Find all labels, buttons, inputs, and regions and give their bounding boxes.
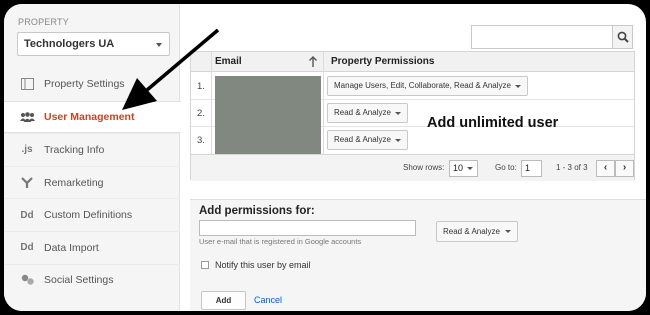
add-button[interactable]: Add (201, 291, 246, 310)
sidebar-item-label: Social Settings (44, 274, 114, 287)
property-selected: Technologers UA (24, 38, 115, 50)
cancel-link[interactable]: Cancel (254, 295, 282, 305)
js-icon: .js (21, 144, 33, 156)
add-permissions-title: Add permissions for: (199, 205, 315, 217)
permission-dropdown[interactable]: Read & Analyze (327, 130, 408, 150)
email-hint: User e-mail that is registered in Google… (199, 237, 362, 246)
chevron-down-icon (467, 167, 473, 170)
notify-option[interactable]: Notify this user by email (201, 260, 311, 270)
permission-dropdown[interactable]: Manage Users, Edit, Collaborate, Read & … (327, 76, 528, 96)
sidebar-item-social-settings[interactable]: Social Settings (4, 263, 180, 297)
sidebar-item-custom-definitions[interactable]: Dd Custom Definitions (4, 198, 180, 231)
email-field[interactable] (199, 220, 416, 236)
row-number: 3. (197, 135, 205, 146)
permission-value: Read & Analyze (334, 108, 391, 117)
permissions-column-header: Property Permissions (331, 56, 435, 67)
notify-label: Notify this user by email (215, 260, 311, 270)
add-permissions-panel: Add permissions for: User e-mail that is… (190, 199, 646, 311)
permission-value: Manage Users, Edit, Collaborate, Read & … (334, 81, 511, 90)
show-rows-label: Show rows: (403, 163, 445, 172)
table-pager: Show rows: 10 Go to: 1 1 - 3 of 3 ‹ › (191, 154, 634, 181)
show-rows-value: 10 (453, 163, 464, 173)
property-selector[interactable]: Technologers UA (17, 32, 170, 56)
next-page-button[interactable]: › (615, 160, 634, 177)
sidebar-item-user-management[interactable]: User Management (4, 100, 181, 134)
chevron-down-icon (504, 230, 511, 233)
social-icon (19, 273, 35, 287)
sidebar-item-label: Data Import (44, 241, 99, 254)
property-settings-icon (19, 77, 35, 91)
page-range: 1 - 3 of 3 (556, 163, 588, 172)
sort-up-icon[interactable] (308, 56, 318, 68)
sidebar-item-label: User Management (44, 110, 135, 123)
sidebar-item-data-import[interactable]: Dd Data Import (4, 230, 180, 264)
redacted-emails (215, 76, 321, 154)
email-column-header[interactable]: Email (215, 52, 242, 72)
sidebar-item-label: Custom Definitions (44, 209, 133, 222)
sidebar-nav: Property Settings User Management .js Tr… (4, 68, 181, 297)
sidebar-item-label: Tracking Info (44, 143, 105, 156)
chevron-down-icon (394, 112, 401, 115)
sidebar-item-property-settings[interactable]: Property Settings (4, 68, 180, 101)
permission-value: Read & Analyze (334, 135, 391, 144)
add-permission-value: Read & Analyze (443, 227, 500, 236)
goto-page-input[interactable]: 1 (521, 160, 542, 177)
permission-dropdown[interactable]: Read & Analyze (327, 103, 408, 123)
goto-label: Go to: (495, 163, 517, 172)
add-permission-dropdown[interactable]: Read & Analyze (436, 221, 518, 242)
users-icon (19, 110, 35, 124)
chevron-down-icon (156, 43, 162, 47)
sidebar-item-label: Property Settings (44, 78, 125, 91)
search-button[interactable] (612, 26, 632, 48)
dd-icon: Dd (20, 242, 34, 254)
users-table: Email Property Permissions 1. Manage Use… (190, 51, 635, 181)
chevron-down-icon (394, 139, 401, 142)
notify-checkbox[interactable] (201, 261, 209, 269)
search-input[interactable] (471, 25, 633, 49)
sidebar: PROPERTY Technologers UA Property Settin… (4, 4, 181, 311)
dd-icon: Dd (20, 209, 34, 221)
prev-page-button[interactable]: ‹ (596, 160, 615, 177)
sidebar-item-tracking-info[interactable]: .js Tracking Info (4, 133, 180, 166)
chevron-down-icon (514, 85, 521, 88)
annotation-text: Add unlimited user (427, 115, 559, 131)
sidebar-item-remarketing[interactable]: Remarketing (4, 165, 180, 199)
search-icon (617, 31, 629, 43)
table-header: Email Property Permissions (191, 52, 634, 72)
row-number: 2. (197, 108, 205, 119)
show-rows-select[interactable]: 10 (449, 160, 478, 177)
remarketing-icon (19, 176, 35, 190)
property-caption: PROPERTY (18, 17, 69, 27)
row-number: 1. (197, 81, 205, 92)
sidebar-item-label: Remarketing (44, 176, 104, 189)
app-frame: PROPERTY Technologers UA Property Settin… (4, 4, 646, 311)
